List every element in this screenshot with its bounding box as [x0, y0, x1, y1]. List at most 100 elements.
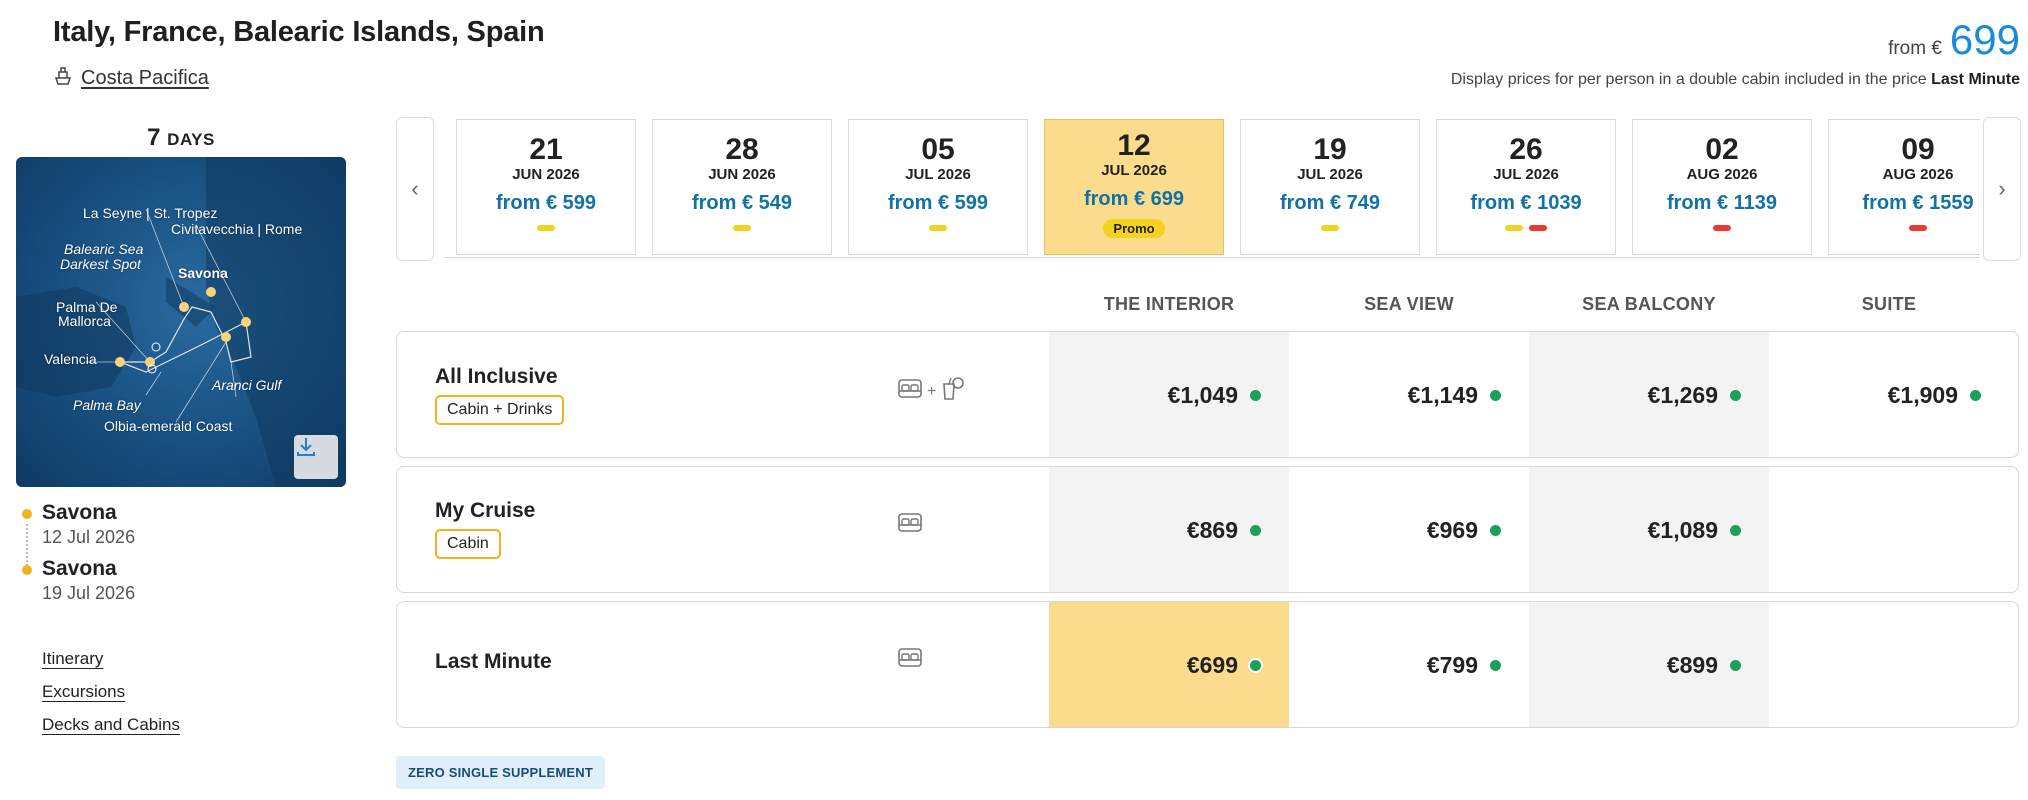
date-day: 19	[1313, 133, 1347, 166]
cruise-duration: 7 DAYS	[147, 124, 215, 151]
from-price: from € 699	[1888, 16, 2020, 64]
page-title: Italy, France, Balearic Islands, Spain	[53, 16, 545, 48]
availability-marks	[849, 225, 1027, 233]
availability-dot	[1970, 390, 1981, 401]
price-cell-sea-view[interactable]: €1,149	[1289, 332, 1529, 457]
price-cell-suite[interactable]: €1,909	[1769, 332, 2009, 457]
availability-dot	[1730, 660, 1741, 671]
date-price: from € 1139	[1666, 192, 1778, 214]
fare-icons	[897, 646, 923, 675]
decks-cabins-link[interactable]: Decks and Cabins	[42, 714, 180, 735]
col-header-sea-balcony: SEA BALCONY	[1582, 294, 1716, 314]
fare-name: All Inclusive	[435, 365, 558, 388]
fare-name: My Cruise	[435, 499, 536, 522]
availability-dot	[1250, 390, 1261, 401]
itinerary-link[interactable]: Itinerary	[42, 648, 180, 669]
col-header-sea-view: SEA VIEW	[1364, 294, 1454, 314]
date-card[interactable]: 05 JUL 2026 from € 599	[848, 119, 1028, 255]
col-header-interior: THE INTERIOR	[1103, 294, 1235, 314]
date-month: AUG 2026	[1882, 166, 1954, 183]
availability-dot	[1250, 525, 1261, 536]
itinerary-map[interactable]: La Seyne | St. Tropez Civitavecchia | Ro…	[16, 157, 346, 487]
ship-icon	[53, 64, 73, 92]
date-card[interactable]: 21 JUN 2026 from € 599	[456, 119, 636, 255]
availability-mark-yellow	[733, 225, 751, 231]
map-label: Darkest Spot	[60, 256, 141, 272]
map-label: Aranci Gulf	[212, 377, 282, 393]
price-cell-sea-balcony[interactable]: €1,089	[1529, 467, 1769, 592]
date-card[interactable]: 09 AUG 2026 from € 1559	[1828, 119, 1980, 255]
availability-mark-yellow	[929, 225, 947, 231]
availability-dot	[1730, 525, 1741, 536]
availability-mark-red	[1713, 225, 1731, 231]
date-month: JUL 2026	[1101, 162, 1167, 179]
availability-marks	[457, 225, 635, 233]
price-cell-sea-view[interactable]: €969	[1289, 467, 1529, 592]
fare-row-all-inclusive: All Inclusive Cabin + Drinks + €1,049 €1…	[396, 331, 2019, 458]
date-price: from € 749	[1279, 192, 1381, 214]
bed-icon	[897, 377, 923, 406]
map-label: Savona	[178, 265, 228, 281]
fare-icons	[897, 511, 923, 540]
fare-icons: +	[897, 376, 966, 407]
bed-icon	[897, 511, 923, 540]
date-month: JUN 2026	[708, 166, 776, 183]
availability-marks	[1633, 225, 1811, 233]
date-carousel: 21 JUN 2026 from € 599 28 JUN 2026 from € 549…	[444, 117, 1980, 259]
map-label: Balearic Sea	[64, 241, 144, 257]
date-day: 05	[921, 133, 955, 166]
ship-name[interactable]: Costa Pacifica	[81, 67, 209, 90]
carousel-prev-button[interactable]: ‹	[396, 117, 434, 261]
date-month: JUL 2026	[905, 166, 971, 183]
availability-dot	[1250, 660, 1261, 671]
drink-icon	[940, 376, 966, 407]
availability-dot	[1730, 390, 1741, 401]
from-label: from €	[1888, 38, 1942, 59]
ship-link[interactable]: Costa Pacifica	[53, 64, 209, 92]
map-label: Civitavecchia | Rome	[171, 221, 303, 237]
date-card[interactable]: 28 JUN 2026 from € 549	[652, 119, 832, 255]
carousel-next-button[interactable]: ›	[1983, 117, 2021, 261]
fare-row-last-minute: Last Minute €699 €799 €899	[396, 601, 2019, 728]
price-disclaimer: Display prices for per person in a doubl…	[1450, 71, 2020, 88]
date-day: 26	[1509, 133, 1543, 166]
fare-tag: Cabin + Drinks	[435, 395, 565, 425]
price-cell-sea-view[interactable]: €799	[1289, 602, 1529, 727]
date-price: from € 549	[691, 192, 793, 214]
price-cell-interior[interactable]: €1,049	[1049, 332, 1289, 457]
date-price: from € 599	[887, 192, 989, 214]
date-day: 21	[529, 133, 563, 166]
price-cell-sea-balcony[interactable]: €899	[1529, 602, 1769, 727]
itinerary-stops: Savona 12 Jul 2026 Savona 19 Jul 2026	[22, 500, 135, 612]
stop-arrival: Savona 19 Jul 2026	[22, 556, 135, 604]
map-download-button[interactable]	[294, 435, 338, 479]
availability-dot	[1490, 660, 1501, 671]
date-card-selected[interactable]: 12 JUL 2026 from € 699 Promo	[1044, 119, 1224, 255]
price-cell-suite	[1769, 602, 2009, 727]
date-card[interactable]: 26 JUL 2026 from € 1039	[1436, 119, 1616, 255]
date-price: from € 599	[495, 192, 597, 214]
excursions-link[interactable]: Excursions	[42, 681, 180, 702]
map-label: La Seyne | St. Tropez	[83, 205, 218, 221]
price-cell-suite	[1769, 467, 2009, 592]
date-card[interactable]: 02 AUG 2026 from € 1139	[1632, 119, 1812, 255]
stop-dot	[22, 509, 32, 519]
availability-marks	[1241, 225, 1419, 233]
bed-icon	[897, 646, 923, 675]
col-header-suite: SUITE	[1861, 294, 1917, 314]
date-card[interactable]: 19 JUL 2026 from € 749	[1240, 119, 1420, 255]
cruise-links: Itinerary Excursions Decks and Cabins	[42, 648, 180, 747]
date-price: from € 1559	[1862, 192, 1974, 214]
availability-dot	[1490, 525, 1501, 536]
fare-tag: Cabin	[435, 529, 501, 559]
chevron-left-icon: ‹	[411, 176, 419, 201]
chevron-right-icon: ›	[1998, 176, 2006, 201]
zero-single-supplement-badge: ZERO SINGLE SUPPLEMENT	[396, 756, 605, 789]
price-cell-sea-balcony[interactable]: €1,269	[1529, 332, 1769, 457]
availability-mark-red	[1529, 225, 1547, 231]
stop-departure: Savona 12 Jul 2026	[22, 500, 135, 548]
map-label: Valencia	[44, 351, 97, 367]
price-cell-interior-selected[interactable]: €699	[1049, 602, 1289, 727]
date-day: 28	[725, 133, 759, 166]
price-cell-interior[interactable]: €869	[1049, 467, 1289, 592]
